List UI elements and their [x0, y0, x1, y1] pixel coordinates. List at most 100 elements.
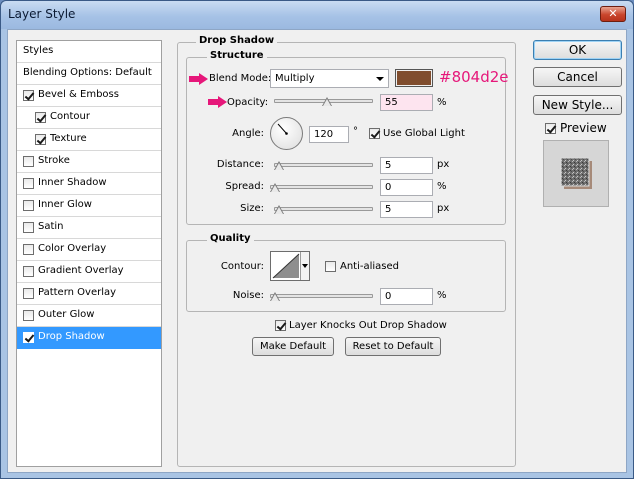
style-item-label: Bevel & Emboss: [38, 89, 119, 100]
style-item-inner-glow[interactable]: Inner Glow: [17, 195, 161, 217]
size-slider[interactable]: [274, 207, 373, 211]
noise-input[interactable]: 0: [380, 288, 433, 305]
styles-header[interactable]: Styles: [17, 41, 161, 63]
layer-knocks-out-checkbox[interactable]: [275, 320, 286, 331]
drop-shadow-checkbox[interactable]: [23, 332, 34, 343]
color-overlay-checkbox[interactable]: [23, 244, 34, 255]
style-item-label: Color Overlay: [38, 243, 107, 254]
shadow-color-fill: [397, 71, 431, 85]
style-item-pattern-overlay[interactable]: Pattern Overlay: [17, 283, 161, 305]
contour-checkbox[interactable]: [35, 112, 46, 123]
close-button[interactable]: ✕: [600, 6, 626, 22]
shadow-color-swatch[interactable]: [395, 69, 433, 87]
styles-list: Styles Blending Options: Default Bevel &…: [16, 40, 162, 467]
style-item-label: Inner Shadow: [38, 177, 107, 188]
style-item-satin[interactable]: Satin: [17, 217, 161, 239]
title-bar[interactable]: Layer Style ✕: [1, 1, 633, 29]
preview-label: Preview: [560, 121, 607, 135]
stroke-checkbox[interactable]: [23, 156, 34, 167]
spread-unit: %: [437, 181, 447, 192]
style-item-label: Gradient Overlay: [38, 265, 124, 276]
distance-unit: px: [437, 159, 450, 170]
distance-input[interactable]: 5: [380, 157, 433, 174]
style-item-drop-shadow[interactable]: Drop Shadow: [17, 327, 161, 349]
spread-slider-thumb[interactable]: [270, 183, 280, 193]
layer-knocks-out-label: Layer Knocks Out Drop Shadow: [289, 320, 447, 331]
size-label: Size:: [240, 203, 264, 214]
style-item-label: Outer Glow: [38, 309, 95, 320]
style-item-label: Pattern Overlay: [38, 287, 117, 298]
gradient-overlay-checkbox[interactable]: [23, 266, 34, 277]
quality-group: [186, 240, 506, 312]
style-preview-thumbnail: [543, 140, 609, 207]
noise-slider-thumb[interactable]: [270, 292, 280, 302]
layer-style-dialog: Layer Style ✕ Styles Blending Options: D…: [0, 0, 634, 479]
angle-input[interactable]: 120: [309, 126, 349, 143]
contour-label: Contour:: [220, 261, 264, 272]
dialog-body: Styles Blending Options: Default Bevel &…: [7, 29, 627, 473]
annotation-arrow-opacity-icon: [208, 96, 228, 108]
contour-linear-icon: [272, 253, 300, 279]
inner-glow-checkbox[interactable]: [23, 200, 34, 211]
chevron-down-icon: [302, 264, 308, 268]
anti-aliased-label: Anti-aliased: [340, 261, 400, 272]
preview-checkbox[interactable]: [545, 123, 556, 134]
reset-to-default-button[interactable]: Reset to Default: [345, 337, 441, 356]
blending-options-label: Blending Options: Default: [23, 67, 152, 78]
spread-input[interactable]: 0: [380, 179, 433, 196]
pattern-overlay-checkbox[interactable]: [23, 288, 34, 299]
cancel-button[interactable]: Cancel: [533, 67, 622, 87]
noise-slider[interactable]: [270, 294, 373, 298]
angle-unit: °: [353, 126, 358, 137]
blend-mode-label: Blend Mode:: [209, 73, 272, 84]
distance-slider-thumb[interactable]: [274, 161, 284, 171]
styles-header-label: Styles: [23, 45, 54, 56]
bevel-emboss-checkbox[interactable]: [23, 90, 34, 101]
contour-picker[interactable]: [270, 251, 310, 281]
blend-mode-select[interactable]: Multiply: [270, 69, 389, 88]
style-item-color-overlay[interactable]: Color Overlay: [17, 239, 161, 261]
blending-options-item[interactable]: Blending Options: Default: [17, 63, 161, 85]
contour-dropdown[interactable]: [300, 252, 309, 280]
texture-checkbox[interactable]: [35, 134, 46, 145]
use-global-light-label: Use Global Light: [383, 128, 465, 139]
size-slider-thumb[interactable]: [274, 205, 284, 215]
opacity-unit: %: [437, 97, 447, 108]
use-global-light-checkbox[interactable]: [369, 128, 380, 139]
ok-button[interactable]: OK: [533, 40, 622, 60]
style-item-label: Texture: [50, 133, 87, 144]
distance-slider[interactable]: [274, 163, 373, 167]
style-item-stroke[interactable]: Stroke: [17, 151, 161, 173]
size-unit: px: [437, 203, 450, 214]
color-annotation: #804d2e: [439, 68, 509, 86]
structure-title: Structure: [207, 50, 267, 61]
opacity-input[interactable]: 55: [380, 94, 433, 111]
opacity-label: Opacity:: [227, 97, 269, 108]
angle-dial[interactable]: [270, 117, 303, 150]
preview-swatch-icon: [560, 157, 592, 189]
style-item-label: Inner Glow: [38, 199, 92, 210]
distance-label: Distance:: [216, 159, 264, 170]
anti-aliased-checkbox[interactable]: [325, 261, 336, 272]
style-item-label: Stroke: [38, 155, 70, 166]
style-item-inner-shadow[interactable]: Inner Shadow: [17, 173, 161, 195]
angle-label: Angle:: [232, 128, 264, 139]
annotation-arrow-blend-icon: [189, 73, 209, 85]
style-item-bevel-emboss[interactable]: Bevel & Emboss: [17, 85, 161, 107]
outer-glow-checkbox[interactable]: [23, 310, 34, 321]
size-input[interactable]: 5: [380, 201, 433, 218]
satin-checkbox[interactable]: [23, 222, 34, 233]
spread-slider[interactable]: [270, 185, 373, 189]
spread-label: Spread:: [225, 181, 264, 192]
make-default-button[interactable]: Make Default: [252, 337, 334, 356]
window-title: Layer Style: [8, 7, 76, 21]
noise-label: Noise:: [232, 290, 264, 301]
style-item-gradient-overlay[interactable]: Gradient Overlay: [17, 261, 161, 283]
angle-dial-needle-icon: [277, 123, 288, 135]
style-item-outer-glow[interactable]: Outer Glow: [17, 305, 161, 327]
opacity-slider-thumb[interactable]: [322, 97, 332, 107]
new-style-button[interactable]: New Style...: [533, 95, 622, 115]
style-item-contour[interactable]: Contour: [17, 107, 161, 129]
style-item-texture[interactable]: Texture: [17, 129, 161, 151]
inner-shadow-checkbox[interactable]: [23, 178, 34, 189]
